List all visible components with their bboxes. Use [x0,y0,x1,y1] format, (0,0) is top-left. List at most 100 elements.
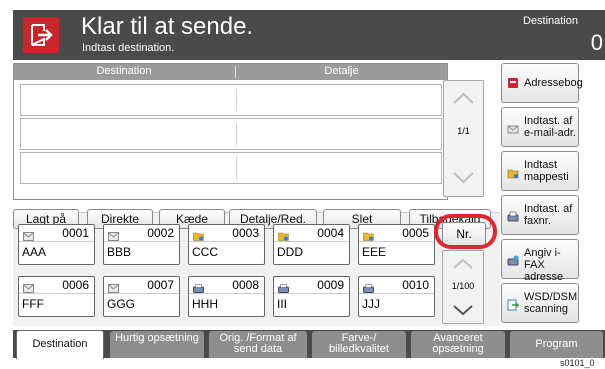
divider [19,293,94,294]
destination-count-label: Destination [522,15,578,27]
address-book-label: Adressebog [524,77,583,89]
table-page-indicator: 1/1 [457,126,470,136]
address-name: BBB [107,245,132,259]
ifax-address-button[interactable]: Angiv i-FAX adresse [501,239,579,283]
folder-icon [278,228,289,241]
chevron-down-icon [453,305,473,316]
status-header: Klar til at sende. Indtast destination. … [13,10,605,60]
divider [189,293,264,294]
address-number: 0003 [232,226,259,240]
address-number: 0006 [62,278,89,292]
tab-destination[interactable]: Destination [16,330,104,359]
page-title: Klar til at sende. [81,13,254,40]
divider [104,293,179,294]
divider [274,241,349,242]
fax-number-label: Indtast. af faxnr. [524,203,573,227]
address-entry[interactable]: 0001 AAA [18,224,95,265]
address-scroll-down-button[interactable] [443,297,483,323]
address-entry[interactable]: 0007 GGG [103,276,180,317]
fax-number-button[interactable]: Indtast. af faxnr. [501,195,579,235]
ifax-address-label: Angiv i-FAX adresse [524,247,564,283]
email-icon [108,228,119,241]
address-name: III [277,297,288,311]
address-number: 0001 [62,226,89,240]
wsd-scan-icon [507,299,519,311]
divider [359,293,434,294]
folder-icon [193,228,204,241]
fax-icon [193,280,204,293]
chevron-up-icon [453,92,474,104]
table-row[interactable] [20,118,442,150]
fax-icon [278,280,289,293]
address-name: CCC [192,245,218,259]
divider [104,241,179,242]
address-entry[interactable]: 0008 HHH [188,276,265,317]
divider [189,241,264,242]
table-header: Destination Detalje [14,64,447,80]
column-separator [236,89,237,111]
address-number: 0008 [232,278,259,292]
address-number: 0002 [147,226,174,240]
divider [359,241,434,242]
address-number: 0009 [317,278,344,292]
address-number: 0007 [147,278,174,292]
column-separator [236,157,237,179]
address-name: EEE [362,245,387,259]
page-subtitle: Indtast destination. [82,42,175,54]
address-book-button[interactable]: Adressebog [501,63,583,103]
wsd-scan-button[interactable]: WSD/DSM scanning [501,283,579,323]
address-entry[interactable]: 0004 DDD [273,224,350,265]
table-scrollbar: 1/1 [443,80,484,197]
email-entry-button[interactable]: Indtast. af e-mail-adr. [501,107,579,147]
column-header-detail: Detalje [324,65,359,77]
address-entry[interactable]: 0002 BBB [103,224,180,265]
chevron-up-icon [453,258,473,269]
address-number: 0010 [402,278,429,292]
ifax-icon [507,255,519,267]
email-icon [23,228,34,241]
column-separator [236,123,237,145]
address-name: JJJ [362,297,380,311]
folder-icon [363,228,374,241]
address-entry[interactable]: 0006 FFF [18,276,95,317]
address-entry[interactable]: 0010 JJJ [358,276,435,317]
address-entry[interactable]: 0003 CCC [188,224,265,265]
address-name: HHH [192,297,218,311]
scroll-down-button[interactable] [444,159,483,195]
email-icon [507,123,519,135]
address-number: 0004 [317,226,344,240]
tab-quick-setup[interactable]: Hurtig opsætning [110,331,204,358]
wsd-scan-label: WSD/DSM scanning [524,291,578,315]
table-row[interactable] [20,84,442,116]
column-header-destination: Destination [96,65,152,77]
address-entry[interactable]: 0009 III [273,276,350,317]
folder-path-button[interactable]: Indtast mappesti [501,151,579,191]
send-icon [23,17,59,53]
divider [19,241,94,242]
destination-table: Destination Detalje [13,63,448,200]
address-page-indicator: 1/100 [451,281,475,291]
folder-icon [507,167,519,179]
email-icon [23,280,34,293]
tab-program[interactable]: Program [510,331,603,358]
address-entry[interactable]: 0005 EEE [358,224,435,265]
tab-color-quality[interactable]: Farve-/ billedkvalitet [312,331,406,358]
address-scrollbar: 1/100 [442,250,484,324]
destination-count: 0 [590,30,603,55]
address-name: GGG [107,297,136,311]
divider [274,293,349,294]
fax-icon [507,211,519,223]
scroll-up-button[interactable] [444,81,483,117]
email-entry-label: Indtast. af e-mail-adr. [524,115,576,139]
tab-advanced-setup[interactable]: Avanceret opsætning [411,331,505,358]
chevron-down-icon [453,172,474,184]
figure-code: s0101_0 [560,358,595,368]
address-name: DDD [277,245,303,259]
fax-icon [363,280,374,293]
address-scroll-up-button[interactable] [443,251,483,277]
address-name: AAA [22,245,47,259]
tab-original-format[interactable]: Orig. /Format af send data [209,331,307,358]
table-row[interactable] [20,152,442,184]
address-book-icon [507,77,519,89]
address-number: 0005 [402,226,429,240]
